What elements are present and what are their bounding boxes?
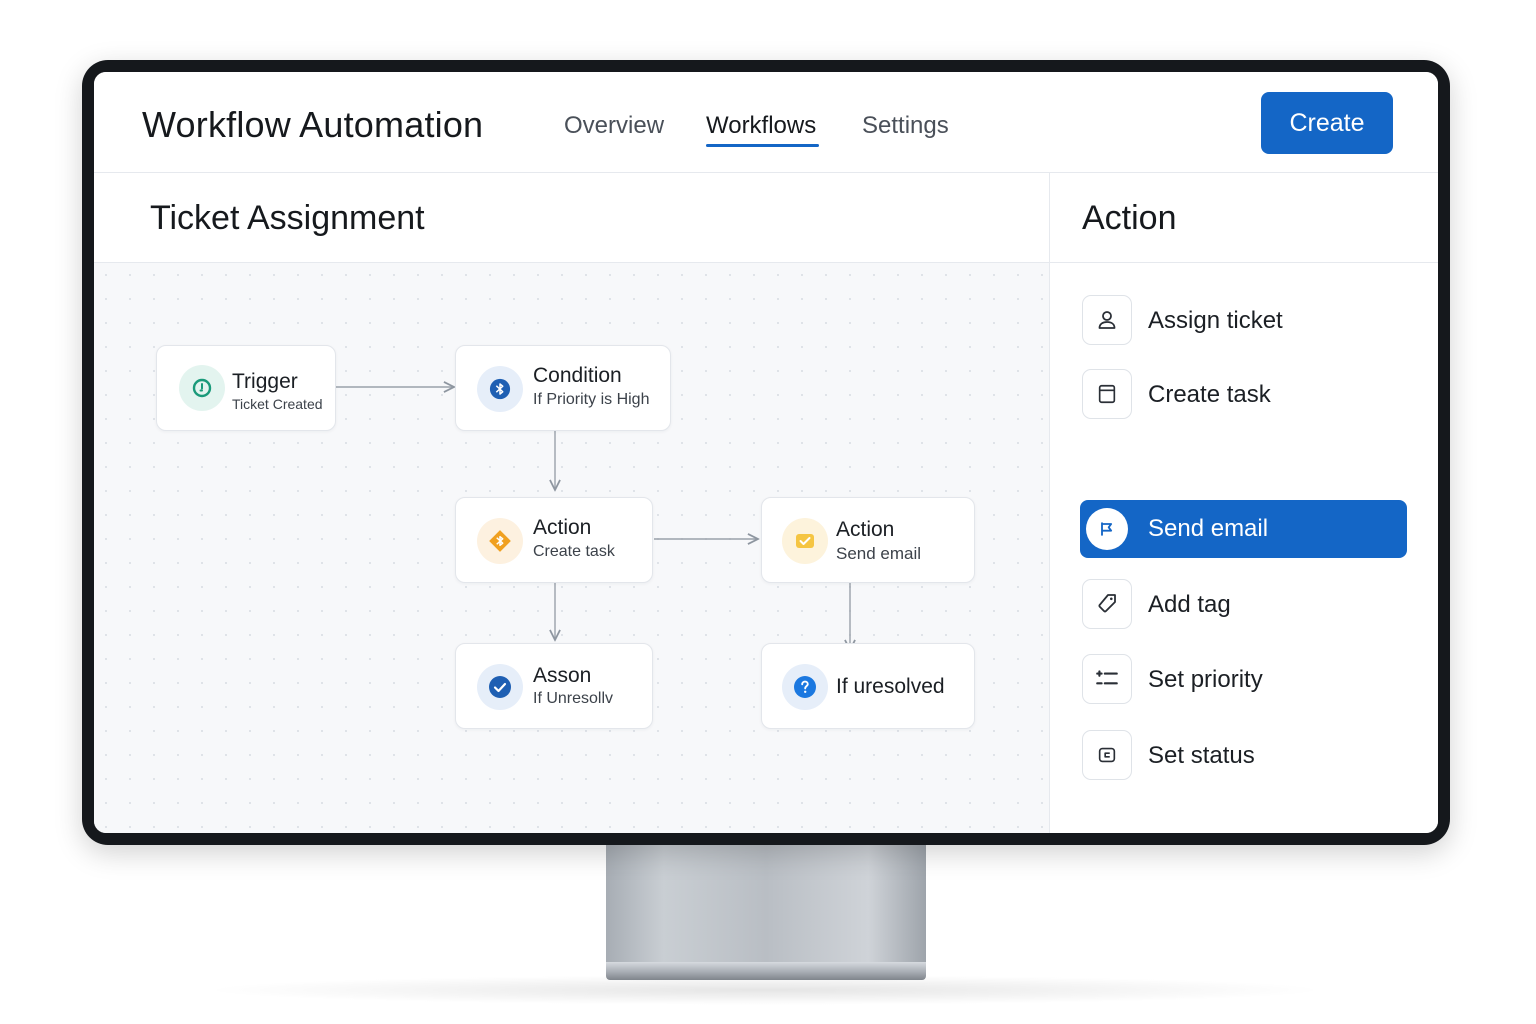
tab-overview[interactable]: Overview xyxy=(564,112,664,140)
action-set-priority[interactable]: Set priority xyxy=(1080,651,1407,709)
task-icon xyxy=(1082,369,1132,419)
monitor-stand-base xyxy=(606,962,926,980)
node-subtitle: Ticket Created xyxy=(232,396,323,412)
flag-icon xyxy=(1086,508,1128,550)
action-label: Set status xyxy=(1148,742,1255,769)
node-action-send-email[interactable]: Action Send email xyxy=(761,497,975,583)
priority-icon xyxy=(1082,654,1132,704)
panel-title: Action xyxy=(1082,199,1177,237)
action-assign-ticket[interactable]: Assign ticket xyxy=(1080,292,1407,350)
node-trigger[interactable]: Trigger Ticket Created xyxy=(156,345,336,431)
monitor-bezel: Workflow Automation Overview Workflows S… xyxy=(82,60,1450,845)
check-circle-icon xyxy=(477,664,523,710)
tab-settings[interactable]: Settings xyxy=(862,112,949,140)
node-title: Action xyxy=(836,518,895,541)
node-title: Condition xyxy=(533,364,622,387)
node-title: Action xyxy=(533,516,592,539)
bluetooth-diamond-icon xyxy=(477,518,523,564)
node-title: If uresolved xyxy=(836,675,945,698)
app-window: Workflow Automation Overview Workflows S… xyxy=(94,72,1438,833)
node-subtitle: If Unresollv xyxy=(533,690,614,707)
action-label: Send email xyxy=(1148,515,1269,542)
tab-workflows[interactable]: Workflows xyxy=(706,112,816,140)
create-button[interactable]: Create xyxy=(1261,92,1393,154)
workflow-title: Ticket Assignment xyxy=(150,199,425,237)
node-subtitle: Send email xyxy=(836,544,922,563)
node-title: Trigger xyxy=(232,370,298,393)
action-label: Set priority xyxy=(1148,666,1263,693)
node-asson[interactable]: Asson If Unresollv xyxy=(455,643,653,729)
action-set-status[interactable]: Set status xyxy=(1080,727,1407,785)
action-add-tag[interactable]: Add tag xyxy=(1080,576,1407,634)
node-action-create-task[interactable]: Action Create task xyxy=(455,497,653,583)
status-icon xyxy=(1082,730,1132,780)
node-condition[interactable]: Condition If Priority is High xyxy=(455,345,671,431)
checkmark-mail-icon xyxy=(782,518,828,564)
action-label: Create task xyxy=(1148,381,1271,408)
top-bar: Workflow Automation Overview Workflows S… xyxy=(94,72,1438,173)
question-icon xyxy=(782,664,828,710)
action-create-task[interactable]: Create task xyxy=(1080,366,1407,424)
action-label: Assign ticket xyxy=(1148,307,1283,334)
monitor-stand xyxy=(606,845,926,965)
workflow-canvas[interactable]: Trigger Ticket Created Condition If Prio… xyxy=(94,263,1049,833)
trigger-clock-icon xyxy=(179,365,225,411)
tag-icon xyxy=(1082,579,1132,629)
node-title: Asson xyxy=(533,664,592,687)
action-label: Add tag xyxy=(1148,591,1231,618)
canvas-header: Ticket Assignment xyxy=(94,173,1049,263)
app-title: Workflow Automation xyxy=(142,104,484,145)
action-panel: Action Assign ticket Create task Send em… xyxy=(1049,173,1438,833)
node-if-unresolved[interactable]: If uresolved xyxy=(761,643,975,729)
panel-header: Action xyxy=(1050,173,1438,263)
bluetooth-icon xyxy=(477,366,523,412)
node-subtitle: If Priority is High xyxy=(533,391,650,408)
node-subtitle: Create task xyxy=(533,543,615,560)
user-icon xyxy=(1082,295,1132,345)
action-send-email[interactable]: Send email xyxy=(1080,500,1407,558)
active-tab-indicator xyxy=(706,144,819,147)
